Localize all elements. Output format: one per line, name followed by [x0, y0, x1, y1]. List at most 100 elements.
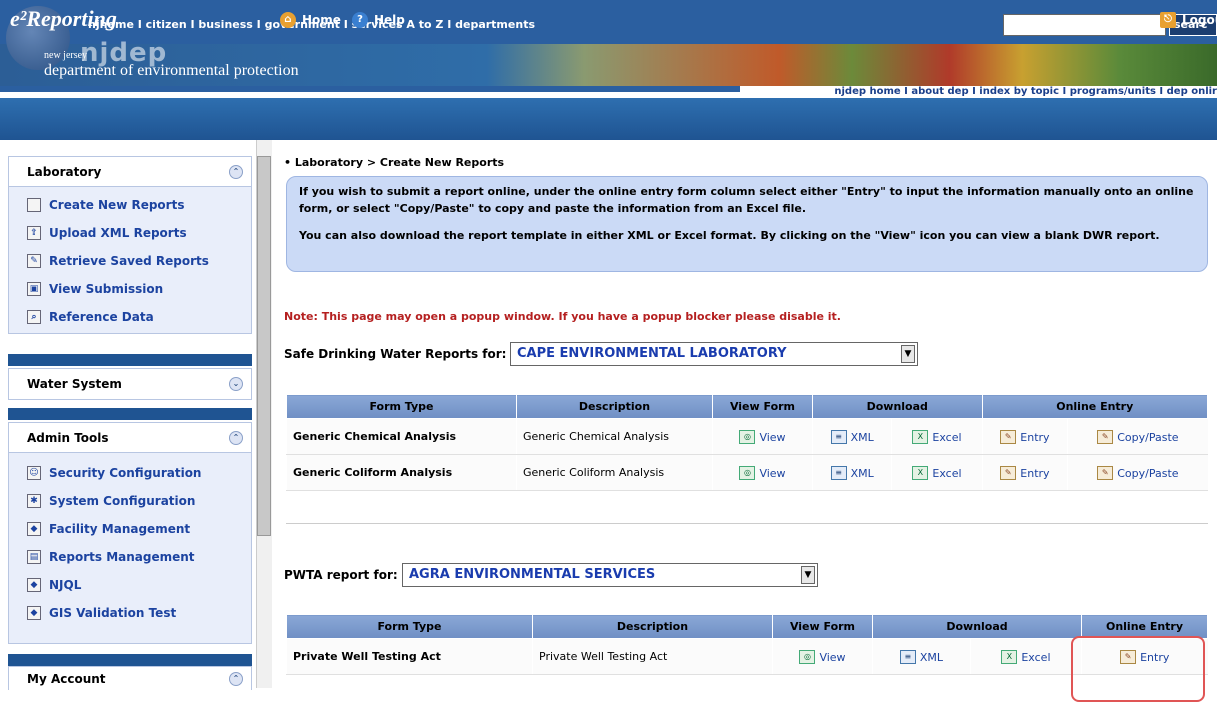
laboratory-header[interactable]: Laboratory ⌃	[9, 157, 251, 187]
search-input[interactable]	[1003, 14, 1166, 36]
admin-tools-panel: Admin Tools ⌃ ☺ Security Configuration ✱ Sy…	[8, 422, 252, 644]
excel-icon: X	[912, 466, 929, 480]
gis-icon: ◆	[27, 606, 41, 620]
copy-paste-link[interactable]: ✎ Copy/Paste	[1097, 466, 1179, 480]
main-content: • Laboratory > Create New Reports If you…	[284, 150, 1217, 688]
panel-separator	[8, 654, 252, 666]
laboratory-title: Laboratory	[27, 164, 102, 179]
sidebar-item-create-new-reports[interactable]: Create New Reports	[9, 191, 251, 219]
entry-label: Entry	[1020, 430, 1050, 444]
xml-link[interactable]: ≡ XML	[899, 650, 943, 664]
form-type-cell: Private Well Testing Act	[286, 638, 533, 675]
pencil-icon: ✎	[27, 254, 41, 268]
admin-tools-header[interactable]: Admin Tools ⌃	[9, 423, 251, 453]
reports-icon: ▤	[27, 550, 41, 564]
entry-link[interactable]: ✎ Entry	[1000, 466, 1050, 480]
sidebar-item-label: Reference Data	[49, 310, 154, 324]
col-description: Description	[532, 614, 773, 639]
instructions-box: If you wish to submit a report online, u…	[286, 176, 1208, 272]
expand-icon[interactable]: ⌄	[229, 377, 243, 391]
excel-icon: X	[912, 430, 929, 444]
sidebar-item-reports-mgmt[interactable]: ▤ Reports Management	[9, 543, 251, 571]
chevron-down-icon[interactable]: ▼	[801, 566, 815, 584]
excel-link[interactable]: X Excel	[912, 466, 962, 480]
col-form-type: Form Type	[286, 614, 533, 639]
copy-paste-label: Copy/Paste	[1117, 466, 1179, 480]
folder-icon: ▣	[27, 282, 41, 296]
excel-icon: X	[1001, 650, 1018, 664]
form-type-cell: Generic Coliform Analysis	[286, 454, 517, 491]
excel-link[interactable]: X Excel	[1001, 650, 1051, 664]
sidebar-item-label: System Configuration	[49, 494, 196, 508]
sidebar-item-view-submission[interactable]: ▣ View Submission	[9, 275, 251, 303]
collapse-icon[interactable]: ⌃	[229, 430, 243, 445]
excel-link[interactable]: X Excel	[912, 430, 962, 444]
sdw-label: Safe Drinking Water Reports for:	[284, 347, 507, 361]
xml-label: XML	[850, 430, 874, 444]
view-link[interactable]: ◎ View	[739, 430, 786, 444]
col-view-form: View Form	[712, 394, 813, 419]
table-row: Generic Chemical Analysis Generic Chemic…	[286, 418, 1208, 455]
home-icon: ⌂	[280, 12, 296, 28]
xml-link[interactable]: ≡ XML	[830, 466, 874, 480]
entry-label: Entry	[1020, 466, 1050, 480]
logout-link[interactable]: ⎋ Logou	[1160, 12, 1217, 28]
sidebar-item-label: Upload XML Reports	[49, 226, 187, 240]
dep-nav[interactable]: njdep home I about dep I index by topic …	[740, 86, 1217, 98]
water-system-header[interactable]: Water System ⌄	[9, 369, 251, 399]
sidebar-item-njql[interactable]: ◆ NJQL	[9, 571, 251, 599]
view-label: View	[819, 650, 846, 664]
xml-link[interactable]: ≡ XML	[830, 430, 874, 444]
pen-icon: ✎	[1097, 466, 1114, 480]
sidebar-item-reference-data[interactable]: ⌕ Reference Data	[9, 303, 251, 331]
admin-tools-title: Admin Tools	[27, 430, 109, 445]
sdw-lab-select[interactable]: CAPE ENVIRONMENTAL LABORATORY	[510, 342, 918, 366]
description-cell: Private Well Testing Act	[532, 638, 773, 675]
popup-note: Note: This page may open a popup window.…	[284, 310, 841, 323]
users-icon: ☺	[27, 466, 41, 480]
query-icon: ◆	[27, 578, 41, 592]
breadcrumb: • Laboratory > Create New Reports	[284, 156, 505, 169]
sidebar-item-retrieve-saved[interactable]: ✎ Retrieve Saved Reports	[9, 247, 251, 275]
chevron-down-icon[interactable]: ▼	[901, 345, 915, 363]
collapse-icon[interactable]: ⌃	[229, 672, 243, 686]
my-account-panel: My Account ⌃	[8, 666, 252, 691]
copy-paste-link[interactable]: ✎ Copy/Paste	[1097, 430, 1179, 444]
view-label: View	[759, 430, 786, 444]
description-cell: Generic Coliform Analysis	[516, 454, 713, 491]
eye-icon: ◎	[739, 466, 756, 480]
sidebar-item-upload-xml[interactable]: ⇪ Upload XML Reports	[9, 219, 251, 247]
eye-icon: ◎	[739, 430, 756, 444]
brand-department: department of environmental protection	[44, 62, 299, 79]
xml-upload-icon: ⇪	[27, 226, 41, 240]
sidebar-item-security-config[interactable]: ☺ Security Configuration	[9, 459, 251, 487]
scrollbar-thumb[interactable]	[257, 156, 271, 536]
col-online-entry: Online Entry	[1081, 614, 1208, 639]
help-label: Help	[374, 13, 405, 27]
xml-icon: ≡	[830, 466, 847, 480]
collapse-icon[interactable]: ⌃	[229, 164, 243, 179]
sidebar-item-facility-mgmt[interactable]: ◆ Facility Management	[9, 515, 251, 543]
sidebar-item-label: Create New Reports	[49, 198, 185, 212]
view-link[interactable]: ◎ View	[739, 466, 786, 480]
sidebar-item-gis-validation[interactable]: ◆ GIS Validation Test	[9, 599, 251, 627]
pwta-reports-table: Form Type Description View Form Download…	[286, 614, 1208, 675]
online-entry-highlight	[1071, 636, 1205, 702]
xml-label: XML	[850, 466, 874, 480]
help-link[interactable]: ? Help	[352, 12, 405, 28]
view-link[interactable]: ◎ View	[799, 650, 846, 664]
sidebar-item-system-config[interactable]: ✱ System Configuration	[9, 487, 251, 515]
table-header-row: Form Type Description View Form Download…	[286, 394, 1209, 419]
my-account-header[interactable]: My Account ⌃	[9, 667, 251, 691]
logout-icon: ⎋	[1160, 12, 1176, 28]
pwta-label: PWTA report for:	[284, 568, 398, 582]
app-header	[0, 98, 1217, 140]
entry-link[interactable]: ✎ Entry	[1000, 430, 1050, 444]
pen-icon: ✎	[1097, 430, 1114, 444]
xml-label: XML	[919, 650, 943, 664]
pen-icon: ✎	[1000, 466, 1017, 480]
home-link[interactable]: ⌂ Home	[280, 12, 341, 28]
xml-icon: ≡	[830, 430, 847, 444]
excel-label: Excel	[932, 466, 962, 480]
pwta-lab-select[interactable]: AGRA ENVIRONMENTAL SERVICES	[402, 563, 818, 587]
